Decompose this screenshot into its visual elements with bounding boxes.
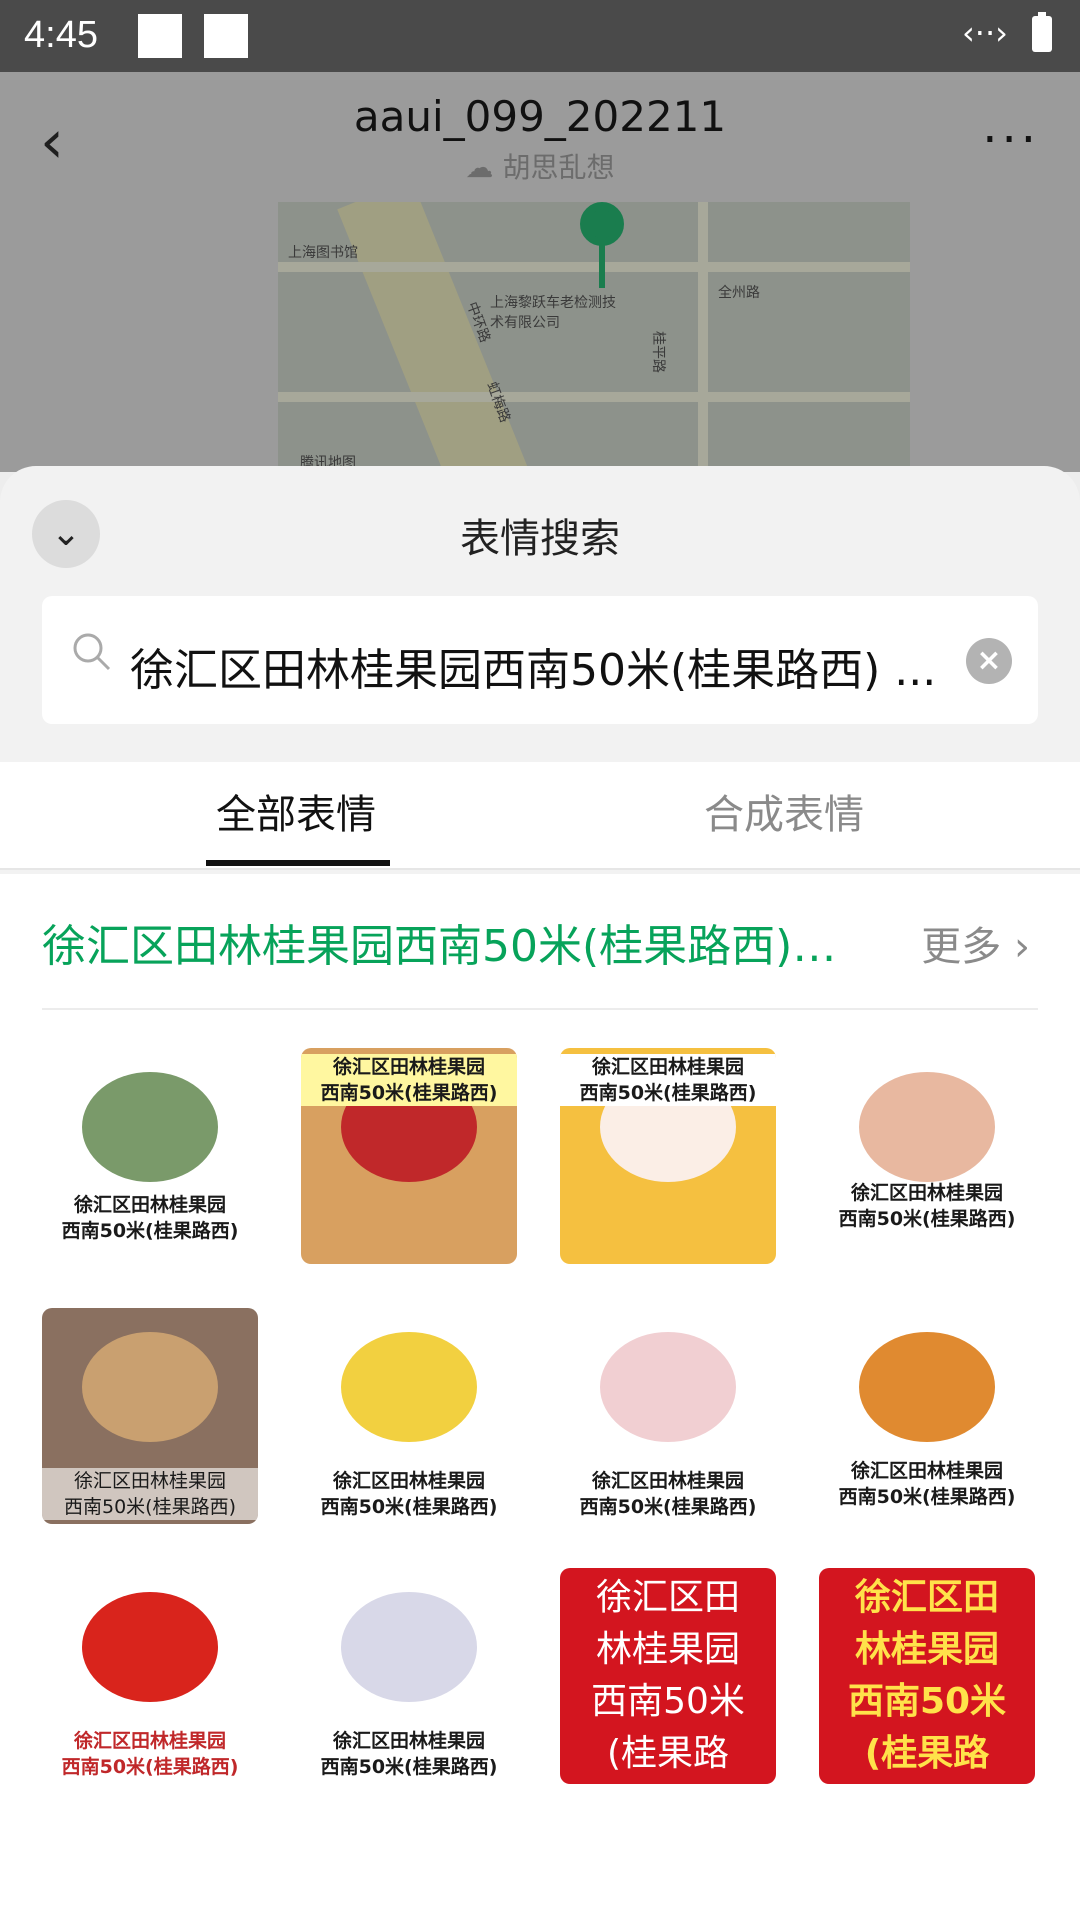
sticker-illustration [82, 1072, 218, 1182]
sticker-item[interactable]: 徐汇区田林桂果园 西南50米(桂果路西) [819, 1308, 1035, 1524]
sticker-caption: 徐汇区田林桂果园 西南50米(桂果路西) [838, 1460, 1016, 1508]
sticker-illustration [82, 1592, 218, 1702]
more-link[interactable]: 更多 › [921, 914, 1030, 972]
divider [42, 1008, 1038, 1010]
clear-search-icon[interactable]: × [966, 638, 1012, 684]
sticker-caption: 徐汇区田林桂果园 西南50米(桂果路西) [301, 1054, 517, 1106]
status-bar: 4:45 ‹··› [0, 0, 1080, 72]
location-pin-icon [580, 202, 624, 246]
sticker-caption: 徐汇区田 林桂果园 西南50米 (桂果路 [847, 1577, 1007, 1774]
sticker-caption: 徐汇区田林桂果园 西南50米(桂果路西) [320, 1470, 498, 1518]
sticker-item[interactable]: 徐汇区田林桂果园 西南50米(桂果路西) [560, 1308, 776, 1524]
map-label: 上海图书馆 [288, 245, 358, 261]
tab-all-stickers[interactable]: 全部表情 [216, 782, 376, 840]
sticker-caption: 徐汇区田 林桂果园 西南50米 (桂果路 [591, 1577, 745, 1774]
sticker-caption: 徐汇区田林桂果园 西南50米(桂果路西) [42, 1468, 258, 1520]
data-transfer-icon: ‹··› [962, 14, 1008, 52]
search-input[interactable]: 徐汇区田林桂果园西南50米(桂果路西) ... [130, 634, 970, 698]
sticker-item[interactable]: 徐汇区田林桂果园 西南50米(桂果路西) [301, 1568, 517, 1784]
search-field[interactable]: 徐汇区田林桂果园西南50米(桂果路西) ... × [42, 596, 1038, 724]
results-panel: 徐汇区田林桂果园西南50米(桂果路西) ... 更多 › 徐汇区田林桂果园 西南… [0, 874, 1080, 1928]
sticker-caption: 徐汇区田林桂果园 西南50米(桂果路西) [61, 1194, 239, 1242]
sticker-item[interactable]: 徐汇区田林桂果园 西南50米(桂果路西) [42, 1568, 258, 1784]
chat-background: ‹ aaui_099_202211 ☁ 胡思乱想 ··· 上海图书馆 上海黎跃车… [0, 72, 1080, 477]
battery-icon [1030, 12, 1054, 62]
map-label: 桂平路 [650, 331, 666, 373]
sticker-item[interactable]: 徐汇区田林桂果园 西南50米(桂果路西) [560, 1048, 776, 1264]
notification-icon [204, 14, 248, 58]
results-heading: 徐汇区田林桂果园西南50米(桂果路西) ... [42, 921, 842, 972]
map-label: 全州路 [718, 285, 760, 301]
sticker-caption: 徐汇区田林桂果园 西南50米(桂果路西) [61, 1730, 239, 1778]
chat-subtitle: ☁ 胡思乱想 [465, 151, 615, 184]
active-tab-indicator [206, 860, 390, 866]
location-pin-stem [599, 244, 605, 288]
sticker-item[interactable]: 徐汇区田 林桂果园 西南50米 (桂果路 [560, 1568, 776, 1784]
sticker-caption: 徐汇区田林桂果园 西南50米(桂果路西) [838, 1182, 1016, 1230]
sticker-item[interactable]: 徐汇区田林桂果园 西南50米(桂果路西) [301, 1308, 517, 1524]
sticker-caption: 徐汇区田林桂果园 西南50米(桂果路西) [579, 1470, 757, 1518]
sticker-illustration [859, 1332, 995, 1442]
sticker-illustration [341, 1592, 477, 1702]
notification-icon [138, 14, 182, 58]
sticker-item[interactable]: 徐汇区田林桂果园 西南50米(桂果路西) [301, 1048, 517, 1264]
sticker-illustration [600, 1332, 736, 1442]
tab-composite-stickers[interactable]: 合成表情 [704, 782, 864, 840]
tab-bar: 全部表情 合成表情 [0, 762, 1080, 870]
sheet-title: 表情搜索 [460, 516, 620, 562]
sticker-item[interactable]: 徐汇区田林桂果园 西南50米(桂果路西) [819, 1048, 1035, 1264]
sticker-search-sheet: ⌄ 表情搜索 徐汇区田林桂果园西南50米(桂果路西) ... × 全部表情 合成… [0, 466, 1080, 1928]
chat-title: aaui_099_202211 [353, 92, 727, 141]
bottom-bar [0, 1854, 1080, 1920]
location-map[interactable]: 上海图书馆 上海黎跃车老检测技术有限公司 腾讯地图 中环路 虹梅路 桂平路 全州… [278, 202, 910, 477]
sticker-item[interactable]: 徐汇区田 林桂果园 西南50米 (桂果路 [819, 1568, 1035, 1784]
search-icon [72, 632, 112, 682]
sticker-illustration [859, 1072, 995, 1182]
map-label: 上海黎跃车老检测技术有限公司 [490, 295, 616, 331]
more-options-icon[interactable]: ··· [982, 112, 1040, 168]
sticker-item[interactable]: 徐汇区田林桂果园 西南50米(桂果路西) [42, 1308, 258, 1524]
sticker-caption: 徐汇区田林桂果园 西南50米(桂果路西) [320, 1730, 498, 1778]
sticker-item[interactable]: 徐汇区田林桂果园 西南50米(桂果路西) [42, 1048, 258, 1264]
sticker-illustration [341, 1332, 477, 1442]
chevron-right-icon: › [1014, 924, 1030, 970]
sticker-caption: 徐汇区田林桂果园 西南50米(桂果路西) [560, 1054, 776, 1106]
sticker-illustration [82, 1332, 218, 1442]
status-time: 4:45 [24, 14, 98, 56]
